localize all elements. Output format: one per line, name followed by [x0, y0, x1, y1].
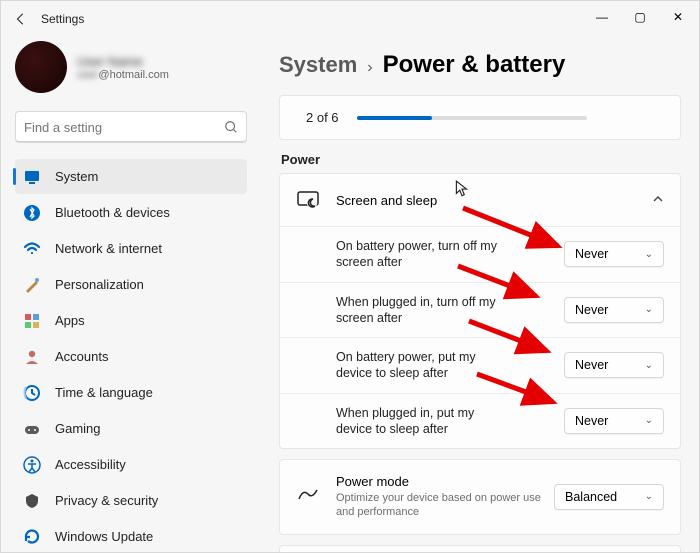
- accounts-icon: [23, 348, 41, 366]
- privacy-icon: [23, 492, 41, 510]
- chevron-down-icon: ⌄: [645, 491, 653, 502]
- row-label: When plugged in, turn off my screen afte…: [336, 294, 501, 327]
- nav-item-network-internet[interactable]: Network & internet: [15, 231, 247, 266]
- main-panel: System › Power & battery 2 of 6 Power Sc…: [261, 37, 699, 552]
- screen-sleep-header[interactable]: Screen and sleep: [280, 174, 680, 226]
- nav-label: Accessibility: [55, 457, 126, 472]
- nav-label: Time & language: [55, 385, 153, 400]
- section-power-label: Power: [281, 152, 681, 167]
- sleep-select[interactable]: Never⌄: [564, 297, 664, 323]
- screen-sleep-icon: [296, 188, 320, 212]
- chevron-up-icon: [652, 193, 664, 208]
- nav-item-system[interactable]: System: [15, 159, 247, 194]
- nav-item-personalization[interactable]: Personalization: [15, 267, 247, 302]
- chevron-down-icon: ⌄: [645, 249, 653, 260]
- nav-item-bluetooth-devices[interactable]: Bluetooth & devices: [15, 195, 247, 230]
- window-controls: — ▢ ✕: [583, 3, 697, 31]
- row-label: On battery power, put my device to sleep…: [336, 349, 501, 382]
- power-mode-sub: Optimize your device based on power use …: [336, 491, 546, 520]
- power-mode-card: Power mode Optimize your device based on…: [279, 459, 681, 535]
- power-mode-header[interactable]: Power mode Optimize your device based on…: [280, 460, 680, 534]
- wifi-icon: [23, 240, 41, 258]
- bluetooth-icon: [23, 204, 41, 222]
- progress-bar: [357, 116, 587, 120]
- sidebar: User Name user@hotmail.com System Bluetoo…: [1, 37, 261, 552]
- nav-label: Accounts: [55, 349, 108, 364]
- breadcrumb-sep: ›: [367, 59, 372, 77]
- system-icon: [23, 168, 41, 186]
- screen-sleep-row: When plugged in, turn off my screen afte…: [280, 282, 680, 338]
- search-input[interactable]: [24, 120, 224, 135]
- nav-item-accessibility[interactable]: Accessibility: [15, 447, 247, 482]
- nav-item-gaming[interactable]: Gaming: [15, 411, 247, 446]
- nav-label: Windows Update: [55, 529, 153, 544]
- sleep-select[interactable]: Never⌄: [564, 241, 664, 267]
- search-input-wrap[interactable]: [15, 111, 247, 143]
- screen-sleep-row: When plugged in, put my device to sleep …: [280, 393, 680, 449]
- cursor-icon: [455, 180, 469, 203]
- chevron-down-icon: ⌄: [645, 415, 653, 426]
- close-button[interactable]: ✕: [659, 3, 697, 31]
- time-icon: [23, 384, 41, 402]
- apps-icon: [23, 312, 41, 330]
- screen-sleep-row: On battery power, turn off my screen aft…: [280, 226, 680, 282]
- screen-sleep-card: Screen and sleep On battery power, turn …: [279, 173, 681, 449]
- minimize-button[interactable]: —: [583, 3, 621, 31]
- nav-item-accounts[interactable]: Accounts: [15, 339, 247, 374]
- nav-label: Gaming: [55, 421, 101, 436]
- power-mode-icon: [296, 485, 320, 509]
- nav-item-privacy-security[interactable]: Privacy & security: [15, 483, 247, 518]
- nav-label: Network & internet: [55, 241, 162, 256]
- nav-item-apps[interactable]: Apps: [15, 303, 247, 338]
- row-label: On battery power, turn off my screen aft…: [336, 238, 501, 271]
- maximize-button[interactable]: ▢: [621, 3, 659, 31]
- profile-name: User Name: [77, 54, 169, 69]
- progress-text: 2 of 6: [306, 110, 339, 125]
- window-title: Settings: [41, 12, 84, 26]
- screen-sleep-row: On battery power, put my device to sleep…: [280, 337, 680, 393]
- nav-item-time-language[interactable]: Time & language: [15, 375, 247, 410]
- gaming-icon: [23, 420, 41, 438]
- chevron-down-icon: ⌄: [645, 360, 653, 371]
- power-mode-title: Power mode: [336, 474, 546, 489]
- screen-sleep-title: Screen and sleep: [336, 193, 437, 208]
- sleep-select[interactable]: Never⌄: [564, 352, 664, 378]
- avatar: [15, 41, 67, 93]
- nav-list: System Bluetooth & devices Network & inter…: [15, 159, 247, 552]
- update-icon: [23, 528, 41, 546]
- nav-label: Personalization: [55, 277, 144, 292]
- row-label: When plugged in, put my device to sleep …: [336, 405, 501, 438]
- nav-label: System: [55, 169, 98, 184]
- profile-block[interactable]: User Name user@hotmail.com: [15, 41, 247, 93]
- progress-card[interactable]: 2 of 6: [279, 95, 681, 140]
- power-mode-select[interactable]: Balanced ⌄: [554, 484, 664, 510]
- profile-email: user@hotmail.com: [77, 69, 169, 81]
- chevron-down-icon: ⌄: [645, 304, 653, 315]
- consumption-card[interactable]: Power consumption and carbon emissions: [279, 545, 681, 552]
- breadcrumb-current: Power & battery: [383, 51, 566, 79]
- breadcrumb: System › Power & battery: [279, 51, 681, 79]
- search-icon: [224, 120, 238, 134]
- accessibility-icon: [23, 456, 41, 474]
- nav-label: Privacy & security: [55, 493, 158, 508]
- nav-label: Bluetooth & devices: [55, 205, 170, 220]
- back-button[interactable]: [7, 5, 35, 33]
- sleep-select[interactable]: Never⌄: [564, 408, 664, 434]
- nav-item-windows-update[interactable]: Windows Update: [15, 519, 247, 552]
- nav-label: Apps: [55, 313, 85, 328]
- paint-icon: [23, 276, 41, 294]
- breadcrumb-parent[interactable]: System: [279, 52, 357, 78]
